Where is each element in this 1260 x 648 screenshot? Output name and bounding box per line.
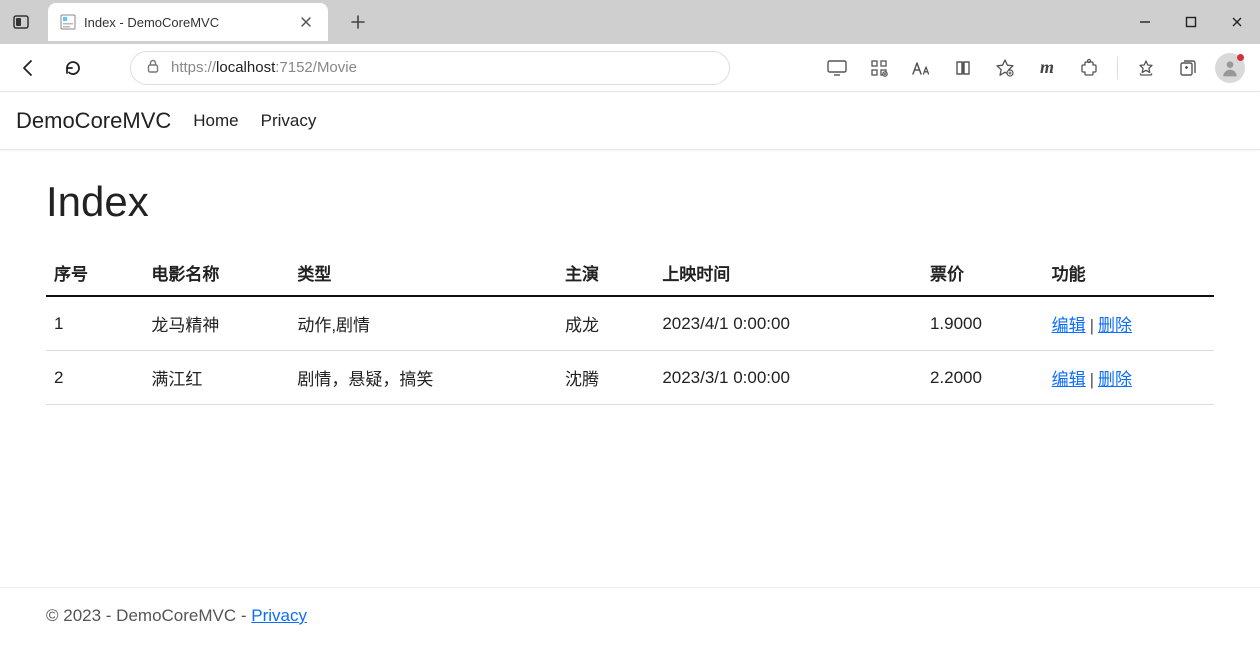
refresh-button[interactable] bbox=[56, 51, 90, 85]
minimize-button[interactable] bbox=[1122, 6, 1168, 38]
cell-name: 龙马精神 bbox=[143, 296, 289, 351]
footer-privacy-link[interactable]: Privacy bbox=[251, 606, 307, 625]
footer-text: © 2023 - DemoCoreMVC - bbox=[46, 606, 251, 625]
tab-title: Index - DemoCoreMVC bbox=[84, 15, 288, 30]
table-row: 2满江红剧情，悬疑，搞笑沈腾2023/3/1 0:00:002.2000编辑|删… bbox=[46, 351, 1214, 405]
window-controls bbox=[1122, 0, 1260, 44]
page-title: Index bbox=[46, 178, 1214, 226]
favorites-bar-icon[interactable] bbox=[1128, 50, 1164, 86]
url-host: localhost bbox=[216, 59, 275, 76]
th-price: 票价 bbox=[922, 250, 1044, 296]
browser-titlebar: Index - DemoCoreMVC bbox=[0, 0, 1260, 44]
cell-actor: 沈腾 bbox=[557, 351, 654, 405]
delete-link[interactable]: 删除 bbox=[1098, 370, 1132, 389]
new-tab-button[interactable] bbox=[340, 4, 376, 40]
text-size-icon[interactable] bbox=[903, 50, 939, 86]
cell-type: 剧情，悬疑，搞笑 bbox=[289, 351, 557, 405]
tab-actions-icon[interactable] bbox=[8, 9, 34, 35]
cell-price: 1.9000 bbox=[922, 296, 1044, 351]
toolbar-icons: m bbox=[819, 50, 1248, 86]
profile-avatar[interactable] bbox=[1212, 50, 1248, 86]
nav-privacy-link[interactable]: Privacy bbox=[261, 111, 317, 131]
th-actions: 功能 bbox=[1044, 250, 1214, 296]
action-separator: | bbox=[1086, 316, 1098, 335]
lock-icon bbox=[145, 58, 161, 78]
site-navbar: DemoCoreMVC Home Privacy bbox=[0, 92, 1260, 150]
edit-link[interactable]: 编辑 bbox=[1052, 316, 1086, 335]
reader-view-icon[interactable] bbox=[945, 50, 981, 86]
table-row: 1龙马精神动作,剧情成龙2023/4/1 0:00:001.9000编辑|删除 bbox=[46, 296, 1214, 351]
cell-actions: 编辑|删除 bbox=[1044, 296, 1214, 351]
delete-link[interactable]: 删除 bbox=[1098, 316, 1132, 335]
cell-name: 满江红 bbox=[143, 351, 289, 405]
movie-table: 序号 电影名称 类型 主演 上映时间 票价 功能 1龙马精神动作,剧情成龙202… bbox=[46, 250, 1214, 405]
th-name: 电影名称 bbox=[143, 250, 289, 296]
titlebar-left: Index - DemoCoreMVC bbox=[0, 0, 384, 44]
cell-price: 2.2000 bbox=[922, 351, 1044, 405]
favorite-star-icon[interactable] bbox=[987, 50, 1023, 86]
url-protocol: https:// bbox=[171, 59, 216, 76]
page: DemoCoreMVC Home Privacy Index 序号 电影名称 类… bbox=[0, 92, 1260, 648]
desktop-view-icon[interactable] bbox=[819, 50, 855, 86]
tab-close-icon[interactable] bbox=[296, 12, 316, 32]
nav-home-link[interactable]: Home bbox=[193, 111, 238, 131]
brand-link[interactable]: DemoCoreMVC bbox=[16, 108, 171, 134]
cell-id: 2 bbox=[46, 351, 143, 405]
url-path: :7152/Movie bbox=[275, 59, 357, 76]
back-button[interactable] bbox=[12, 51, 46, 85]
cell-actions: 编辑|删除 bbox=[1044, 351, 1214, 405]
edit-link[interactable]: 编辑 bbox=[1052, 370, 1086, 389]
window-close-button[interactable] bbox=[1214, 6, 1260, 38]
url-text: https://localhost:7152/Movie bbox=[171, 59, 715, 76]
table-header-row: 序号 电影名称 类型 主演 上映时间 票价 功能 bbox=[46, 250, 1214, 296]
collections-icon[interactable] bbox=[1170, 50, 1206, 86]
cell-date: 2023/4/1 0:00:00 bbox=[654, 296, 922, 351]
favicon-icon bbox=[60, 14, 76, 30]
grid-icon[interactable] bbox=[861, 50, 897, 86]
extensions-icon[interactable] bbox=[1071, 50, 1107, 86]
browser-toolbar: https://localhost:7152/Movie m bbox=[0, 44, 1260, 92]
cell-date: 2023/3/1 0:00:00 bbox=[654, 351, 922, 405]
action-separator: | bbox=[1086, 370, 1098, 389]
th-type: 类型 bbox=[289, 250, 557, 296]
m-extension-icon[interactable]: m bbox=[1029, 50, 1065, 86]
cell-id: 1 bbox=[46, 296, 143, 351]
main-content: Index 序号 电影名称 类型 主演 上映时间 票价 功能 1龙马精神动作,剧… bbox=[0, 150, 1260, 587]
page-footer: © 2023 - DemoCoreMVC - Privacy bbox=[0, 587, 1260, 648]
th-actor: 主演 bbox=[557, 250, 654, 296]
cell-type: 动作,剧情 bbox=[289, 296, 557, 351]
cell-actor: 成龙 bbox=[557, 296, 654, 351]
th-id: 序号 bbox=[46, 250, 143, 296]
browser-tab[interactable]: Index - DemoCoreMVC bbox=[48, 3, 328, 41]
address-bar[interactable]: https://localhost:7152/Movie bbox=[130, 51, 730, 85]
maximize-button[interactable] bbox=[1168, 6, 1214, 38]
toolbar-divider bbox=[1117, 57, 1118, 79]
th-date: 上映时间 bbox=[654, 250, 922, 296]
